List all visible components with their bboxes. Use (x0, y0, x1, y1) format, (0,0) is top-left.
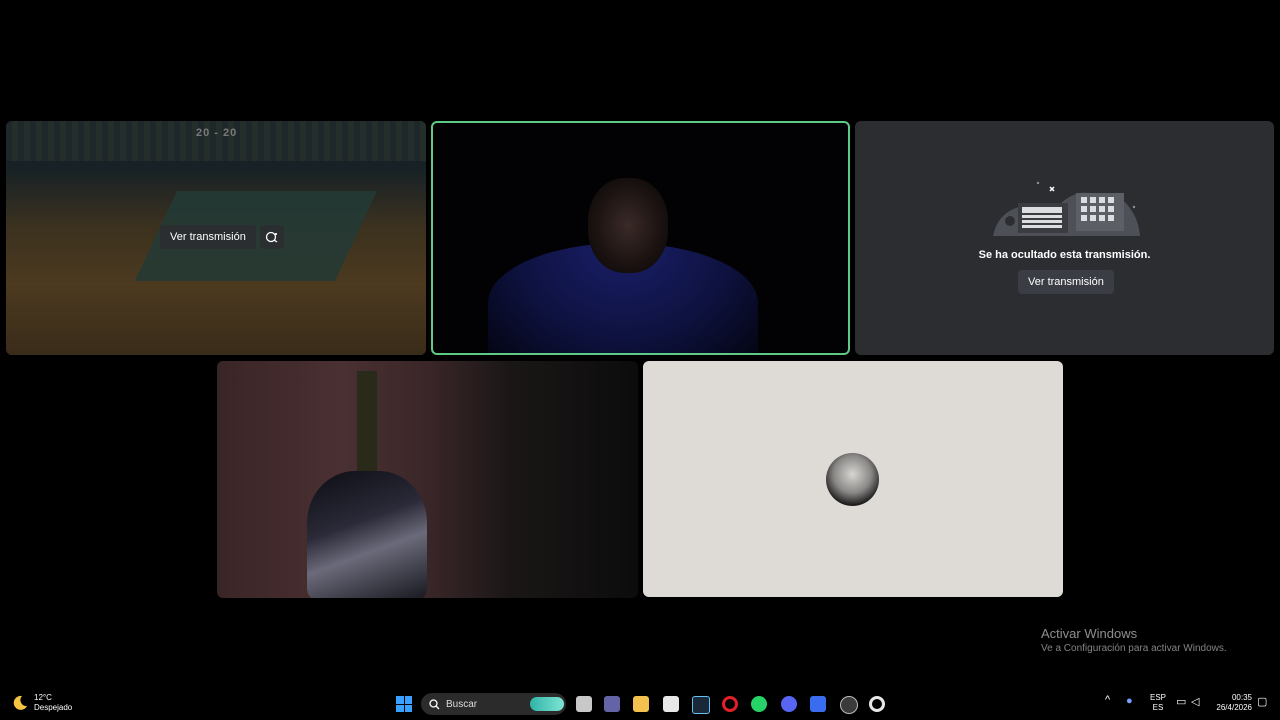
volume-icon[interactable]: ◁ (1191, 695, 1199, 708)
network-icon[interactable]: ▭ (1176, 695, 1186, 708)
notification-icon[interactable]: ▢ (1257, 695, 1267, 708)
microphone-icon[interactable]: ● (1126, 695, 1133, 707)
stream-tile-hidden[interactable]: Se ha ocultado esta transmisión. Ver tra… (855, 121, 1274, 355)
language-line2: ES (1152, 703, 1164, 712)
hidden-stream-illustration (993, 181, 1140, 236)
clock[interactable]: 00:35 26/4/2026 (1210, 693, 1252, 713)
language-indicator[interactable]: ESP ES (1150, 693, 1166, 713)
search-label: Buscar (446, 698, 478, 710)
stream-tile-game[interactable]: 20 - 20 Ver transmisión (6, 121, 426, 355)
hidden-stream-message: Se ha ocultado esta transmisión. (978, 249, 1151, 261)
start-button[interactable] (396, 696, 412, 712)
taskbar: 12°C Despejado Buscar ^ ● ESP ES ▭ ◁ 00:… (0, 688, 1280, 720)
settings-icon[interactable] (869, 696, 885, 712)
popout-button[interactable] (260, 225, 284, 249)
clock-time: 00:35 (1231, 693, 1252, 702)
weather-temp: 12°C (34, 693, 52, 702)
video-tile-avatar[interactable] (643, 361, 1063, 597)
roblox-icon[interactable] (810, 696, 826, 712)
steam-icon[interactable] (692, 696, 710, 714)
weather-widget[interactable]: 12°C Despejado (12, 693, 72, 713)
file-explorer-icon[interactable] (633, 696, 649, 712)
search-icon (429, 698, 440, 709)
store-icon[interactable] (663, 696, 679, 712)
discord-icon[interactable] (781, 696, 797, 712)
clock-date: 26/4/2026 (1216, 703, 1252, 712)
video-tile-room[interactable] (217, 361, 638, 598)
language-line1: ESP (1150, 693, 1167, 702)
weather-condition: Despejado (34, 703, 73, 712)
activate-windows-subtitle: Ve a Configuración para activar Windows. (1041, 643, 1227, 654)
task-view-icon[interactable] (576, 696, 592, 712)
teams-icon[interactable] (604, 696, 620, 712)
obs-icon[interactable] (840, 696, 858, 714)
activate-windows-title: Activar Windows (1041, 626, 1138, 641)
room-chair (307, 471, 427, 598)
video-tile-active-speaker[interactable] (431, 121, 850, 355)
chevron-up-icon[interactable]: ^ (1105, 694, 1110, 706)
watch-stream-button[interactable]: Ver transmisión (160, 225, 256, 249)
whatsapp-icon[interactable] (751, 696, 767, 712)
search-box[interactable]: Buscar (421, 693, 566, 715)
search-highlight-icon (530, 697, 564, 711)
participant-face (588, 178, 668, 273)
opera-icon[interactable] (722, 696, 738, 712)
watch-stream-button[interactable]: Ver transmisión (1018, 270, 1114, 294)
moon-icon (13, 695, 27, 710)
popout-icon (265, 231, 278, 243)
avatar (826, 453, 879, 506)
